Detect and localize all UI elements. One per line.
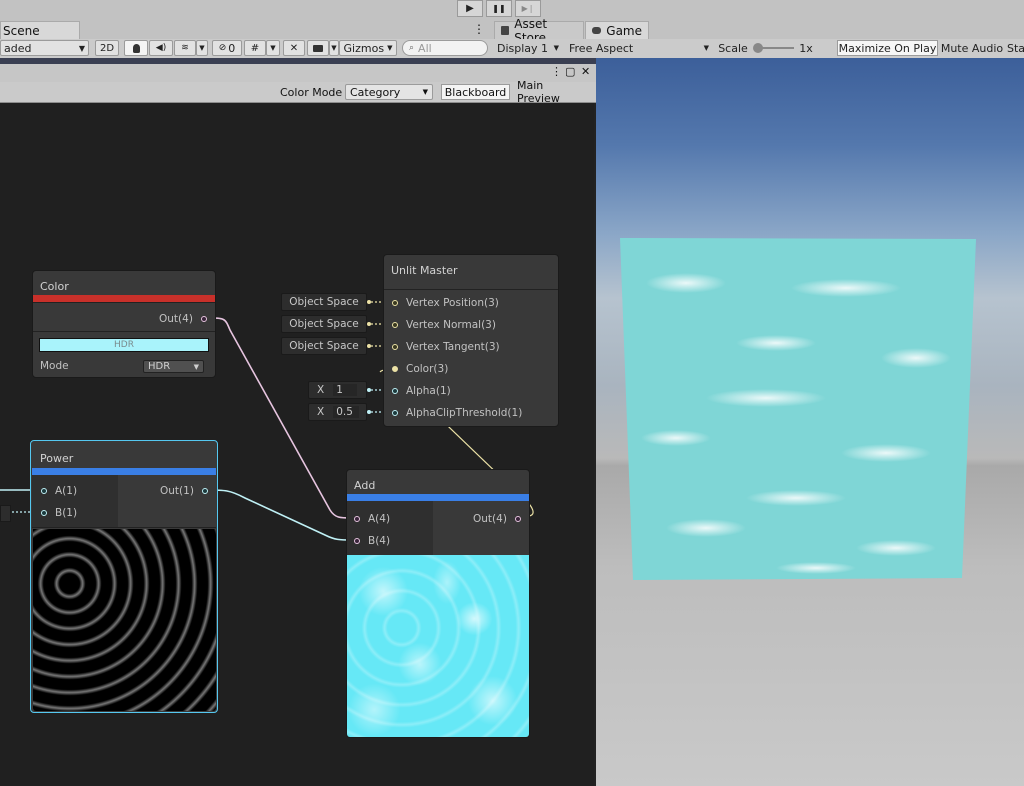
color-node[interactable]: Color Out(4) HDR Mode HDR ▼ — [32, 270, 216, 378]
alpha-value: 1 — [333, 384, 357, 396]
vertex-normal-space-field[interactable]: Object Space — [281, 315, 367, 333]
power-b-port[interactable] — [41, 510, 47, 516]
power-a-label: A(1) — [55, 485, 78, 497]
scale-slider-handle[interactable] — [753, 43, 763, 53]
power-node-category-bar — [32, 468, 216, 475]
color-swatch-label: HDR — [114, 340, 134, 350]
space-field-label: Object Space — [289, 340, 359, 352]
space-field-label: Object Space — [289, 296, 359, 308]
color-input-label: Color(3) — [406, 363, 449, 375]
color-mode-select-value: HDR — [148, 361, 171, 372]
color-mode-select[interactable]: HDR ▼ — [143, 360, 204, 373]
vertex-tangent-port[interactable] — [392, 344, 398, 350]
color-out-label: Out(4) — [159, 313, 193, 325]
power-out-port[interactable] — [202, 488, 208, 494]
color-node-category-bar — [33, 295, 215, 302]
vertex-tangent-space-field[interactable]: Object Space — [281, 337, 367, 355]
add-node[interactable]: Add A(4) B(4) Out(4) — [346, 469, 530, 738]
alpha-clip-axis-label: X — [317, 406, 325, 418]
add-out-label: Out(4) — [473, 513, 507, 525]
power-b-label: B(1) — [55, 507, 78, 519]
dropdown-arrow-icon: ▼ — [193, 362, 199, 371]
unlit-master-title: Unlit Master — [391, 264, 458, 277]
game-view-scene — [620, 238, 976, 580]
color-mode-field-label: Mode — [40, 360, 69, 372]
vertex-tangent-label: Vertex Tangent(3) — [406, 341, 500, 353]
add-a-port[interactable] — [354, 516, 360, 522]
unlit-master-node[interactable]: Unlit Master Vertex Position(3) Vertex N… — [383, 254, 559, 427]
alpha-clip-port[interactable] — [392, 410, 398, 416]
power-node-title: Power — [40, 452, 74, 465]
alpha-clip-value: 0.5 — [333, 406, 359, 418]
add-out-port[interactable] — [515, 516, 521, 522]
power-preview — [33, 529, 216, 711]
alpha-port[interactable] — [392, 388, 398, 394]
add-b-label: B(4) — [368, 535, 391, 547]
tab-game-label: Game — [606, 23, 642, 38]
add-node-title: Add — [354, 479, 376, 492]
mute-audio-toggle[interactable]: Mute Audio — [940, 40, 1004, 56]
vertex-position-space-field[interactable]: Object Space — [281, 293, 367, 311]
add-preview — [347, 555, 529, 737]
add-node-category-bar — [347, 494, 529, 501]
add-a-label: A(4) — [368, 513, 391, 525]
alpha-value-field[interactable]: X 1 — [308, 381, 367, 399]
scale-value: 1x — [799, 41, 813, 55]
alpha-clip-value-field[interactable]: X 0.5 — [308, 403, 367, 421]
scale-label: Scale — [718, 41, 748, 55]
vertex-normal-label: Vertex Normal(3) — [406, 319, 496, 331]
power-a-port[interactable] — [41, 488, 47, 494]
color-node-title: Color — [40, 280, 69, 293]
color-out-port[interactable] — [201, 316, 207, 322]
color-swatch[interactable]: HDR — [39, 338, 209, 352]
power-b-input-field[interactable] — [0, 505, 11, 522]
add-b-port[interactable] — [354, 538, 360, 544]
power-out-label: Out(1) — [160, 485, 194, 497]
alpha-label: Alpha(1) — [406, 385, 451, 397]
power-node[interactable]: Power A(1) B(1) Out(1) — [30, 440, 218, 713]
vertex-position-port[interactable] — [392, 300, 398, 306]
wire-power-to-add-b — [205, 489, 353, 541]
stats-toggle[interactable]: Sta — [1007, 40, 1024, 56]
space-field-label: Object Space — [289, 318, 359, 330]
maximize-on-play-toggle[interactable]: Maximize On Play — [837, 40, 938, 56]
dropdown-arrow-icon: ▼ — [703, 44, 709, 52]
vertex-normal-port[interactable] — [392, 322, 398, 328]
alpha-axis-label: X — [317, 384, 325, 396]
vertex-position-label: Vertex Position(3) — [406, 297, 499, 309]
alpha-clip-label: AlphaClipThreshold(1) — [406, 407, 523, 419]
color-input-port[interactable] — [392, 366, 398, 372]
